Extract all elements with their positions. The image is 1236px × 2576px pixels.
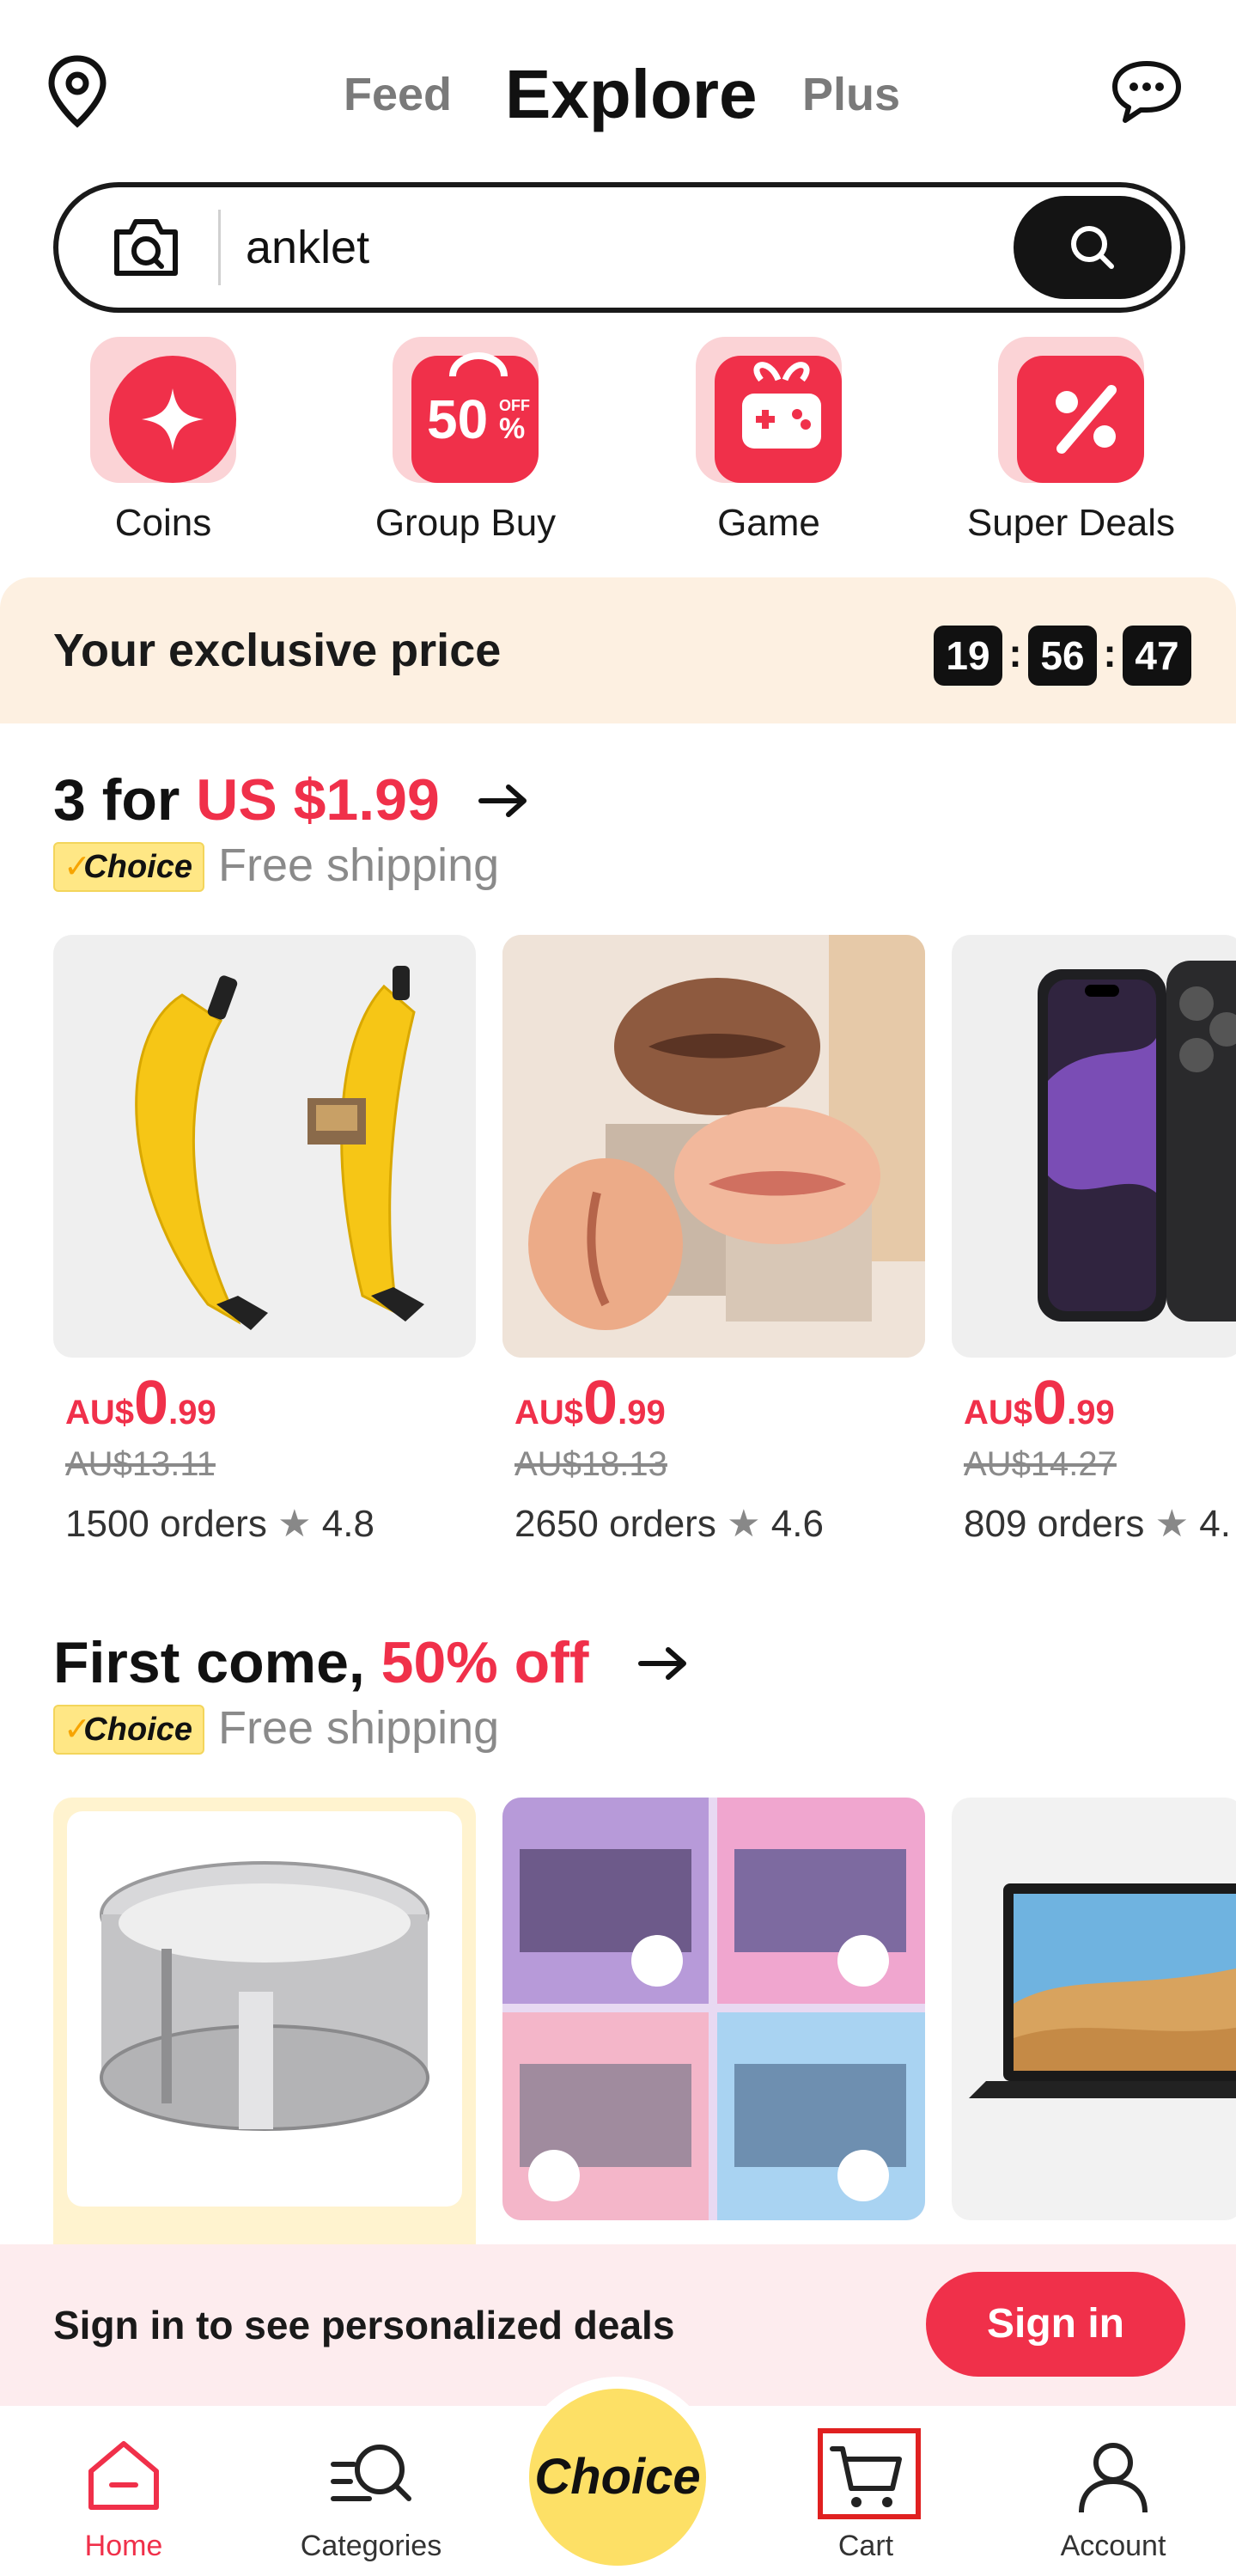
- quick-link-super-deals[interactable]: Super Deals: [947, 337, 1187, 560]
- search-divider: [218, 210, 221, 285]
- product-original-price: AU$14.27: [964, 1445, 1117, 1483]
- svg-text:50: 50: [427, 388, 488, 450]
- banana-usb-image: [135, 966, 424, 1330]
- cart-highlight-box: [818, 2428, 921, 2519]
- search-input[interactable]: anklet: [246, 187, 369, 308]
- laptop-image: [969, 1883, 1236, 2098]
- header-tabs: Feed Explore Plus: [0, 52, 1236, 137]
- product-card-silicone-lips[interactable]: [502, 935, 925, 1358]
- product-card-gel-pens[interactable]: [502, 1798, 925, 2220]
- exclusive-title: Your exclusive price: [53, 625, 502, 676]
- svg-text:OFF: OFF: [499, 397, 530, 414]
- product-price: AU$0.99: [514, 1369, 666, 1438]
- steel-cake-ring-image: [100, 1861, 429, 2131]
- product-card-cake-ring[interactable]: [53, 1798, 476, 2279]
- section-title[interactable]: 3 for US $1.99: [53, 766, 440, 833]
- svg-text:%: %: [499, 412, 525, 445]
- product-card-banana-usb[interactable]: [53, 935, 476, 1358]
- nav-categories[interactable]: Categories: [277, 2406, 466, 2576]
- timer-separator: :: [1008, 631, 1022, 675]
- star-icon: ★: [1154, 1503, 1190, 1545]
- quick-link-label: Super Deals: [966, 502, 1176, 544]
- search-button[interactable]: [1014, 196, 1172, 299]
- exclusive-price-banner[interactable]: Your exclusive price 19 : 56 : 47: [0, 577, 1236, 723]
- quick-link-label: Coins: [114, 502, 212, 544]
- quick-links: Coins 50 OFF % Group Buy Game Super Deal…: [0, 337, 1236, 560]
- signin-button[interactable]: Sign in: [926, 2272, 1185, 2377]
- nav-home[interactable]: Home: [29, 2406, 218, 2576]
- nav-account[interactable]: Account: [1019, 2406, 1208, 2576]
- product-orders: 1500 orders ★ 4.8: [65, 1503, 374, 1545]
- product-original-price: AU$18.13: [514, 1445, 667, 1483]
- star-icon: ★: [277, 1503, 312, 1545]
- chat-bubble-icon[interactable]: [1108, 57, 1185, 125]
- fifty-percent-off-bag-icon: 50 OFF %: [393, 337, 539, 483]
- search-icon: [1071, 226, 1114, 269]
- search-bar[interactable]: anklet: [53, 182, 1185, 313]
- timer-minutes: 56: [1028, 626, 1097, 686]
- arrow-right-icon[interactable]: [478, 784, 529, 818]
- account-icon: [1079, 2443, 1148, 2513]
- product-original-price: AU$13.11: [65, 1445, 216, 1483]
- gift-gamepad-icon: [696, 337, 842, 483]
- choice-badge: ✓ Choice: [53, 842, 204, 892]
- product-card-phone-case[interactable]: [952, 935, 1236, 1358]
- product-orders: 809 orders ★ 4.: [964, 1503, 1231, 1545]
- silicone-lips-image: [502, 935, 925, 1358]
- timer-separator: :: [1103, 631, 1117, 675]
- product-image-frame: [67, 1811, 462, 2207]
- check-icon: ✓: [64, 849, 91, 885]
- section-title-highlight: US $1.99: [196, 767, 440, 833]
- tab-explore[interactable]: Explore: [505, 52, 757, 137]
- quick-link-game[interactable]: Game: [644, 337, 885, 560]
- timer-seconds: 47: [1123, 626, 1191, 686]
- check-icon: ✓: [64, 1712, 91, 1748]
- percent-tag-icon: [998, 337, 1144, 483]
- quick-link-label: Group Buy: [374, 502, 557, 544]
- star-icon: ★: [727, 1503, 761, 1545]
- product-orders: 2650 orders ★ 4.6: [514, 1503, 824, 1545]
- timer-hours: 19: [934, 626, 1002, 686]
- product-price: AU$0.99: [65, 1369, 216, 1438]
- countdown-timer: 19 : 56 : 47: [934, 626, 1191, 686]
- nav-label: Home: [84, 2530, 163, 2562]
- quick-link-label: Game: [717, 502, 820, 544]
- arrow-right-icon[interactable]: [637, 1646, 689, 1681]
- quick-link-group-buy[interactable]: 50 OFF % Group Buy: [341, 337, 581, 560]
- free-shipping-label: Free shipping: [218, 1702, 500, 1754]
- camera-search-icon[interactable]: [110, 215, 182, 280]
- choice-badge: ✓ Choice: [53, 1705, 204, 1755]
- nav-label: Categories: [300, 2530, 442, 2562]
- section-title[interactable]: First come, 50% off: [53, 1629, 589, 1696]
- nav-label: Account: [1060, 2530, 1166, 2562]
- nav-choice-button[interactable]: Choice: [529, 2389, 706, 2566]
- product-price: AU$0.99: [964, 1369, 1115, 1438]
- product-card-laptop[interactable]: [952, 1798, 1236, 2220]
- top-bar: Feed Explore Plus: [0, 0, 1236, 172]
- star-coin-icon: [90, 337, 236, 483]
- categories-search-icon: [331, 2445, 411, 2501]
- section-title-highlight: 50% off: [381, 1630, 589, 1695]
- tab-plus[interactable]: Plus: [802, 52, 900, 137]
- section-title-prefix: 3 for: [53, 767, 197, 833]
- tab-feed[interactable]: Feed: [344, 52, 452, 137]
- quick-link-coins[interactable]: Coins: [39, 337, 279, 560]
- character-gel-pens-image: [502, 1798, 925, 2220]
- signin-prompt: Sign in to see personalized deals: [53, 2303, 675, 2347]
- free-shipping-label: Free shipping: [218, 839, 500, 891]
- section-title-prefix: First come,: [53, 1630, 381, 1695]
- home-icon: [88, 2441, 159, 2510]
- phone-case-image: [1038, 961, 1236, 1322]
- nav-label: Cart: [837, 2530, 894, 2562]
